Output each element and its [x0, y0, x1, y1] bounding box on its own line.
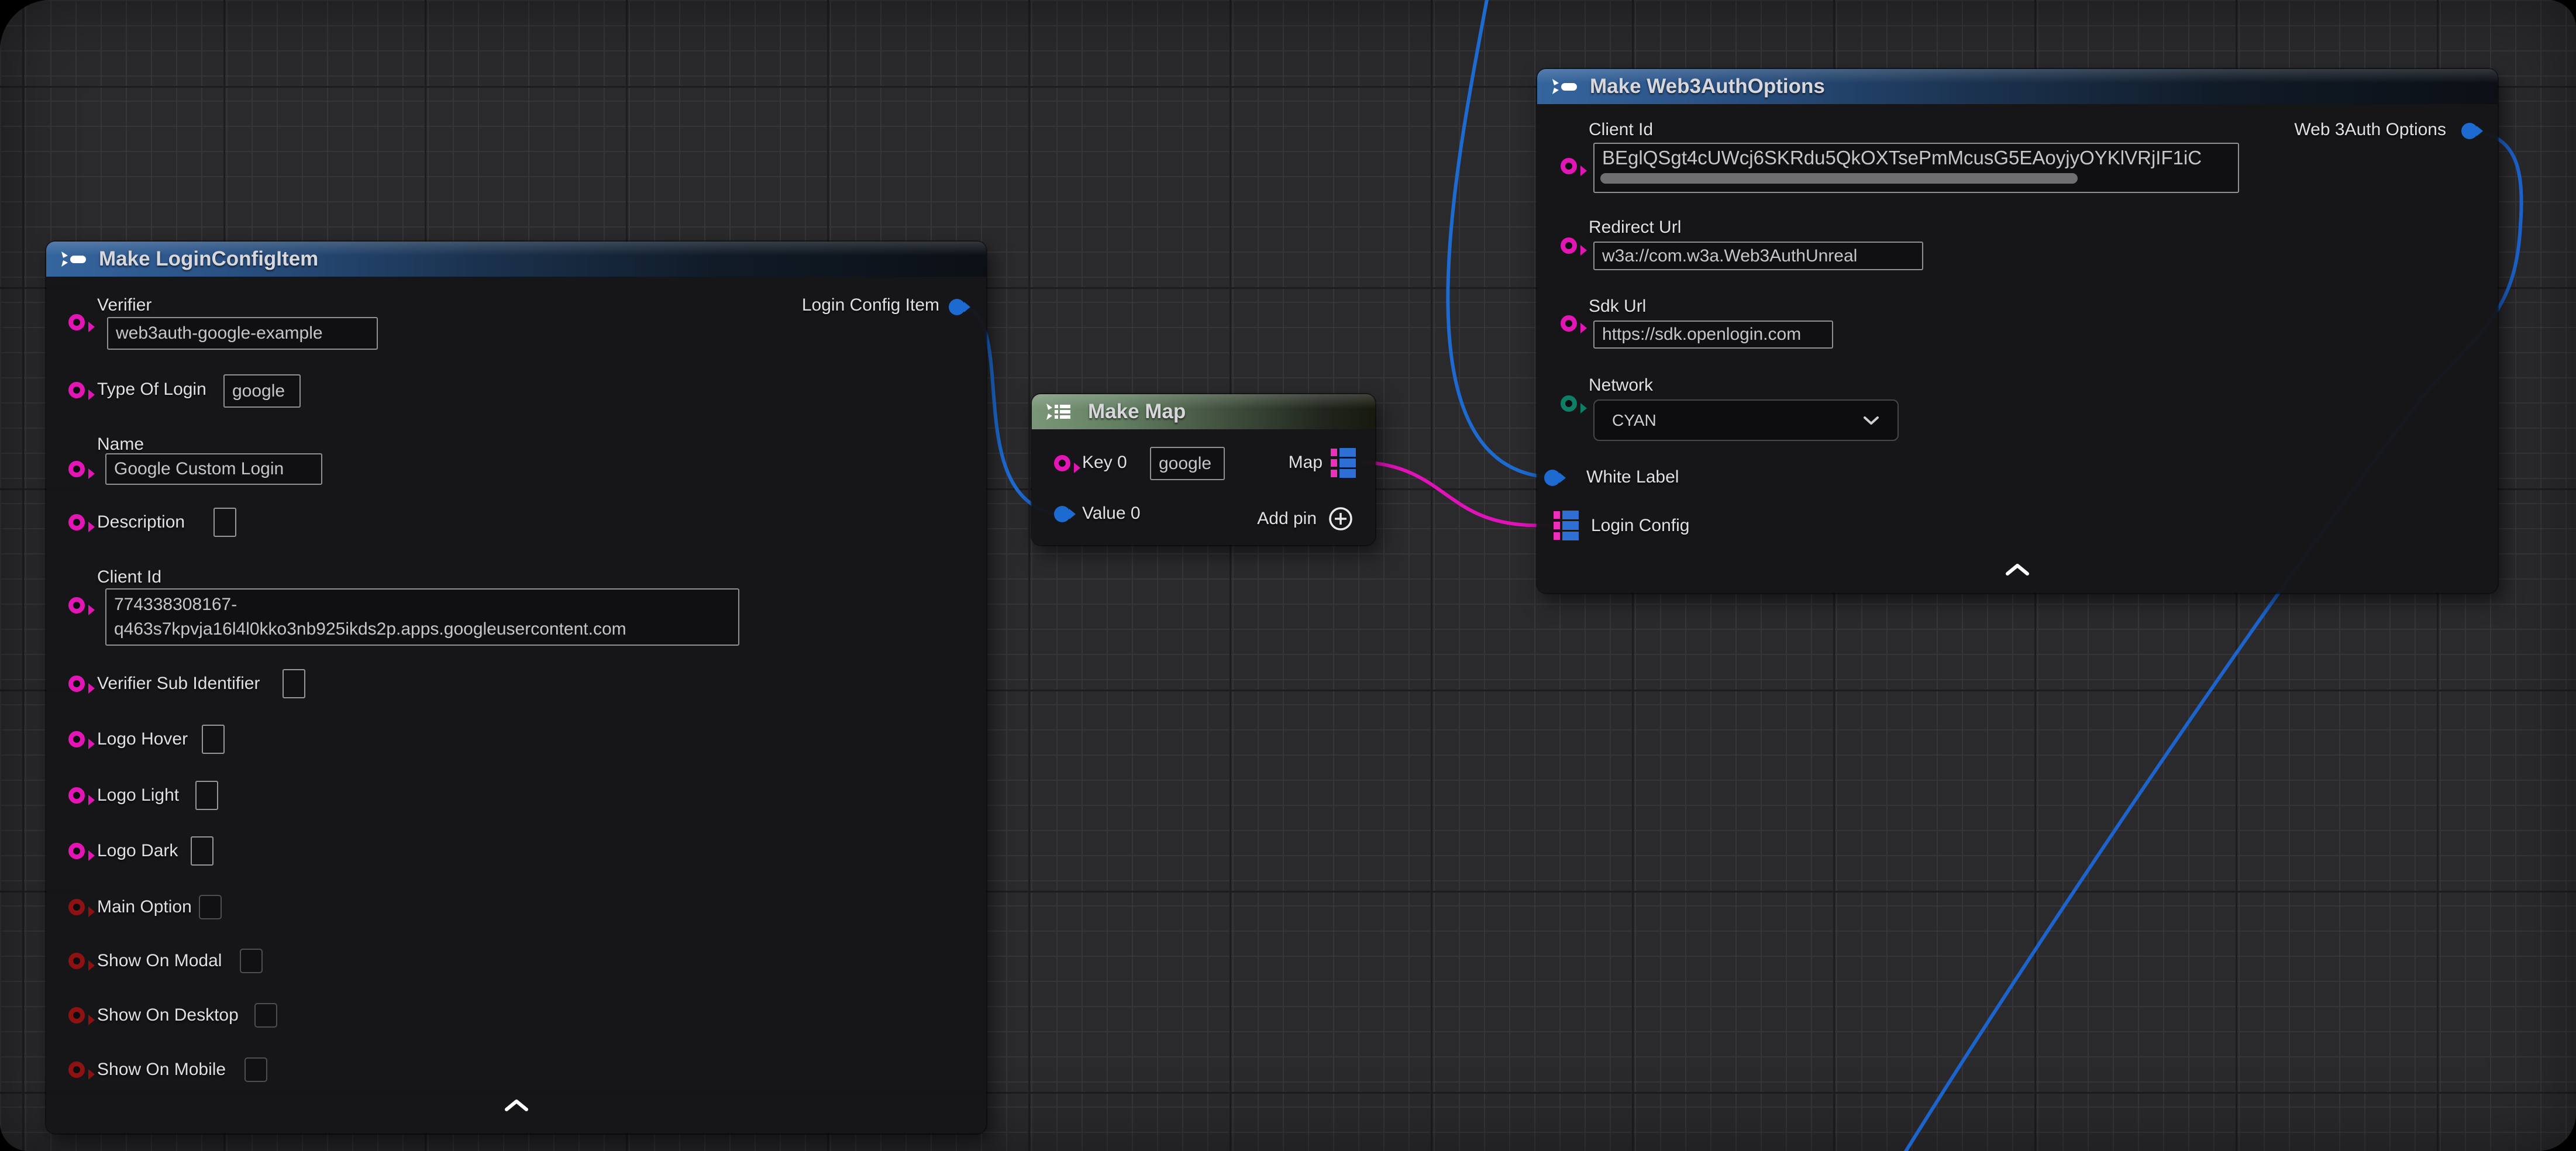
node-title: Make LoginConfigItem	[99, 247, 318, 271]
value0-label: Value 0	[1082, 504, 1141, 523]
verifier-input[interactable]: web3auth-google-example	[107, 317, 378, 350]
client-id-pin[interactable]	[1561, 158, 1577, 174]
output-pin-label: Login Config Item	[802, 295, 939, 315]
logo-light-input[interactable]	[195, 781, 218, 810]
logo-hover-pin[interactable]	[68, 731, 85, 747]
type-of-login-input[interactable]: google	[223, 374, 301, 408]
logo-dark-input[interactable]	[191, 836, 213, 866]
node-make-map[interactable]: Make Map Key 0 google Map Value 0 Add pi…	[1032, 394, 1375, 545]
node-header-make-loginconfigitem[interactable]: Make LoginConfigItem	[46, 242, 986, 277]
key0-pin[interactable]	[1054, 455, 1070, 471]
show-on-modal-checkbox[interactable]	[240, 949, 263, 973]
web3auth-options-output-pin[interactable]	[2461, 123, 2478, 139]
login-config-pin[interactable]	[1554, 511, 1579, 541]
show-on-mobile-label: Show On Mobile	[97, 1060, 226, 1080]
key0-label: Key 0	[1082, 453, 1127, 473]
node-make-loginconfigitem[interactable]: Make LoginConfigItem Verifier Login Conf…	[46, 242, 986, 1133]
main-option-pin[interactable]	[68, 899, 85, 915]
map-output-label: Map	[1289, 453, 1323, 473]
redirect-url-pin[interactable]	[1561, 237, 1577, 254]
node-make-web3authoptions[interactable]: Make Web3AuthOptions Client Id Web 3Auth…	[1537, 69, 2498, 593]
show-on-modal-pin[interactable]	[68, 953, 85, 969]
verifier-sub-identifier-label: Verifier Sub Identifier	[97, 674, 260, 694]
logo-light-label: Logo Light	[97, 785, 179, 805]
network-dropdown-value: CYAN	[1612, 411, 1657, 430]
description-pin[interactable]	[68, 514, 85, 530]
logo-hover-input[interactable]	[202, 725, 225, 754]
main-option-label: Main Option	[97, 897, 192, 917]
client-id-scrollbar[interactable]	[1600, 173, 2078, 184]
show-on-mobile-checkbox[interactable]	[244, 1057, 267, 1082]
show-on-desktop-label: Show On Desktop	[97, 1005, 239, 1025]
white-label-pin[interactable]	[1544, 470, 1561, 486]
make-struct-icon	[59, 249, 88, 269]
node-header-make-web3authoptions[interactable]: Make Web3AuthOptions	[1537, 69, 2498, 104]
collapse-chevron-icon[interactable]	[504, 1099, 529, 1112]
client-id-input[interactable]: 774338308167-q463s7kpvja16l4l0kko3nb925i…	[105, 588, 739, 646]
output-pin-label: Web 3Auth Options	[2294, 120, 2446, 140]
show-on-mobile-pin[interactable]	[68, 1062, 85, 1078]
add-pin-label: Add pin	[1257, 509, 1317, 529]
logo-light-pin[interactable]	[68, 787, 85, 804]
network-dropdown[interactable]: CYAN	[1593, 399, 1899, 441]
main-option-checkbox[interactable]	[199, 895, 222, 919]
login-config-item-output-pin[interactable]	[949, 299, 965, 315]
key0-input[interactable]: google	[1150, 447, 1225, 480]
login-config-label: Login Config	[1591, 516, 1689, 536]
value0-pin[interactable]	[1054, 506, 1070, 522]
network-pin[interactable]	[1561, 395, 1577, 412]
collapse-chevron-icon[interactable]	[2005, 563, 2030, 576]
add-pin-icon[interactable]	[1328, 506, 1353, 531]
make-map-icon	[1045, 402, 1077, 422]
sdk-url-label: Sdk Url	[1589, 297, 1646, 316]
show-on-desktop-checkbox[interactable]	[254, 1003, 277, 1028]
make-struct-icon	[1550, 77, 1579, 97]
client-id-pin[interactable]	[68, 597, 85, 614]
type-of-login-pin[interactable]	[68, 382, 85, 398]
sdk-url-input[interactable]: https://sdk.openlogin.com	[1593, 321, 1833, 349]
verifier-pin[interactable]	[68, 314, 85, 330]
verifier-label: Verifier	[97, 295, 151, 315]
node-title: Make Map	[1088, 400, 1186, 423]
logo-dark-pin[interactable]	[68, 843, 85, 859]
type-of-login-label: Type Of Login	[97, 380, 206, 399]
chevron-down-icon	[1862, 415, 1880, 426]
redirect-url-input[interactable]: w3a://com.w3a.Web3AuthUnreal	[1593, 242, 1923, 270]
name-label: Name	[97, 435, 144, 454]
verifier-sub-identifier-input[interactable]	[283, 669, 305, 698]
network-label: Network	[1589, 375, 1653, 395]
node-title: Make Web3AuthOptions	[1590, 75, 1825, 98]
client-id-input[interactable]: BEglQSgt4cUWcj6SKRdu5QkOXTsePmMcusG5EAoy…	[1593, 143, 2239, 193]
window-frame: Make LoginConfigItem Verifier Login Conf…	[0, 0, 2576, 1151]
redirect-url-label: Redirect Url	[1589, 218, 1681, 237]
description-input[interactable]	[213, 508, 236, 537]
white-label-label: White Label	[1586, 467, 1679, 487]
show-on-desktop-pin[interactable]	[68, 1007, 85, 1024]
client-id-label: Client Id	[1589, 120, 1653, 140]
name-input[interactable]: Google Custom Login	[105, 453, 322, 485]
logo-hover-label: Logo Hover	[97, 729, 188, 749]
name-pin[interactable]	[68, 461, 85, 477]
node-header-make-map[interactable]: Make Map	[1032, 394, 1375, 429]
description-label: Description	[97, 512, 185, 532]
show-on-modal-label: Show On Modal	[97, 951, 222, 971]
verifier-sub-identifier-pin[interactable]	[68, 676, 85, 692]
map-output-pin[interactable]	[1331, 448, 1356, 478]
sdk-url-pin[interactable]	[1561, 315, 1577, 332]
client-id-label: Client Id	[97, 567, 161, 587]
logo-dark-label: Logo Dark	[97, 841, 178, 861]
